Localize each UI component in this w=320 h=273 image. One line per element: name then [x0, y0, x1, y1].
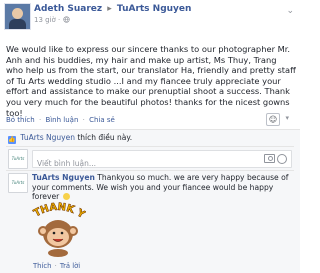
comment-reply-link[interactable]: Trả lời: [60, 262, 80, 270]
divider: [6, 146, 294, 147]
post-options-chevron-icon[interactable]: ⌄: [286, 6, 294, 16]
like-summary-text: thích điều này.: [77, 133, 133, 142]
comment-composer[interactable]: [32, 150, 292, 172]
like-summary: 👍 TuArts Nguyen thích điều này.: [8, 133, 132, 144]
comment-like-link[interactable]: Thích: [33, 262, 51, 270]
share-link[interactable]: Chia sẻ: [89, 116, 115, 124]
comment-link[interactable]: Bình luận: [45, 116, 78, 124]
comment-actions: Thích · Trả lời: [33, 262, 80, 270]
globe-icon[interactable]: [62, 16, 70, 23]
comment-author-avatar[interactable]: TuArts: [8, 173, 28, 193]
svg-text:THANK You: THANK You: [30, 196, 86, 221]
logo-mark-icon: TuArts: [11, 156, 25, 161]
post-meta: 13 giờ ·: [34, 16, 70, 24]
post-actions: Bỏ thích · Bình luận · Chia sẻ: [6, 116, 115, 124]
divider: [6, 170, 294, 171]
separator: ·: [38, 116, 42, 124]
post-time[interactable]: 13 giờ: [34, 16, 56, 24]
avatar-body: [9, 19, 26, 29]
divider: [0, 129, 300, 130]
comment-author-link[interactable]: TuArts Nguyen: [32, 173, 95, 182]
caret-down-icon[interactable]: ▾: [285, 114, 289, 122]
unlike-link[interactable]: Bỏ thích: [6, 116, 35, 124]
reaction-selector-icon[interactable]: ☺: [266, 113, 280, 126]
emoji-icon[interactable]: [277, 154, 287, 164]
logo-mark-icon: TuArts: [11, 180, 25, 185]
commenter-avatar[interactable]: TuArts: [8, 149, 28, 169]
author-avatar[interactable]: [4, 3, 31, 30]
liker-link[interactable]: TuArts Nguyen: [20, 133, 75, 142]
sticker-text: THANK You: [30, 196, 86, 221]
post-header: Adeth Suarez ▸ TuArts Nguyen: [34, 4, 191, 14]
author-link[interactable]: Adeth Suarez: [34, 4, 102, 14]
like-thumb-icon: 👍: [8, 136, 16, 144]
sticker-label: THANK You: [30, 196, 86, 221]
thank-you-monkey-sticker: THANK You: [30, 196, 86, 257]
avatar-head: [12, 8, 23, 19]
target-link[interactable]: TuArts Nguyen: [117, 4, 192, 14]
camera-icon[interactable]: [264, 154, 275, 163]
separator: ·: [54, 262, 57, 270]
post-text: We would like to express our sincere tha…: [6, 44, 296, 118]
arrow-icon: ▸: [107, 4, 112, 14]
separator: ·: [82, 116, 85, 124]
